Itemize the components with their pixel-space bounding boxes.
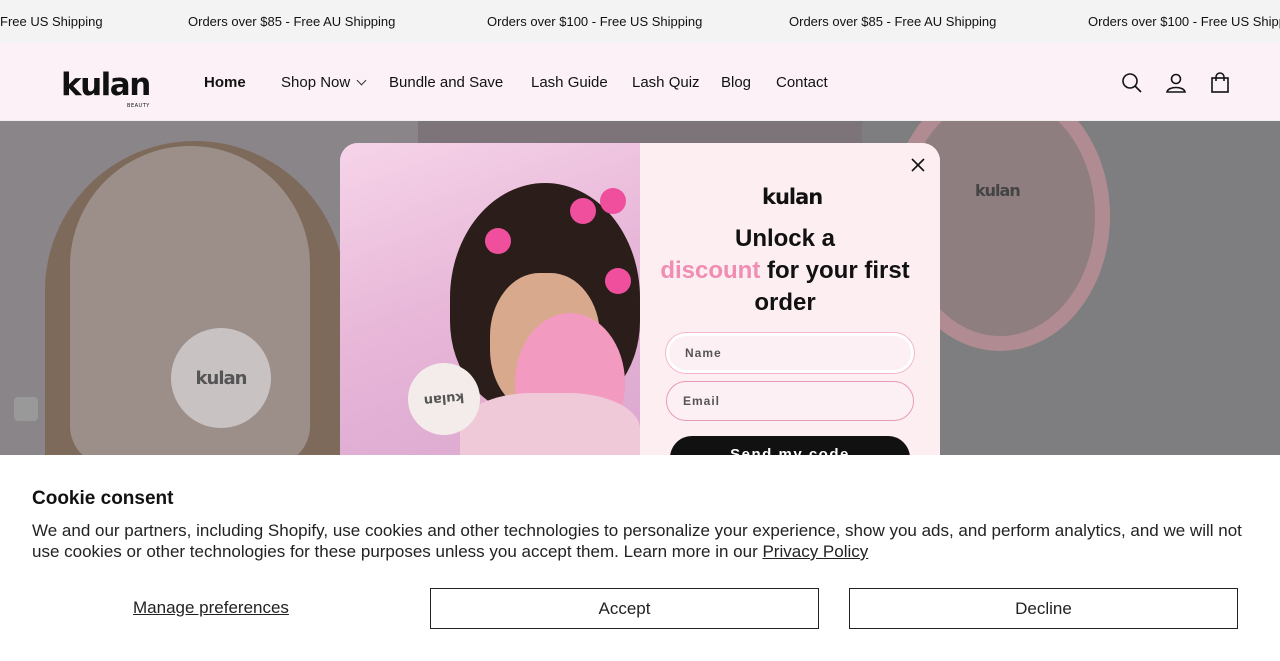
announcement-message: Orders over $85 - Free AU Shipping <box>789 14 997 29</box>
popup-compact-logo: kulan <box>423 389 465 409</box>
hair-curler <box>570 198 596 224</box>
logo-subtext: BEAUTY <box>127 103 150 109</box>
cart-icon[interactable] <box>1208 71 1232 95</box>
announcement-bar: Free US Shipping Orders over $85 - Free … <box>0 0 1280 43</box>
send-button-clip: Send my code <box>670 436 910 455</box>
announcement-message: Orders over $100 - Free US Shipping <box>487 14 703 29</box>
logo-text: kulan <box>61 67 151 103</box>
send-code-button[interactable]: Send my code <box>670 436 910 455</box>
nav-item-contact[interactable]: Contact <box>776 74 828 91</box>
manage-preferences-link[interactable]: Manage preferences <box>133 598 289 618</box>
nav-item-blog[interactable]: Blog <box>721 74 751 91</box>
close-icon[interactable] <box>908 155 928 175</box>
lash-case-logo: kulan <box>975 181 1021 200</box>
announcement-message: Orders over $85 - Free AU Shipping <box>188 14 396 29</box>
compact-logo: kulan <box>195 367 248 389</box>
nav-item-lash-guide[interactable]: Lash Guide <box>531 74 608 91</box>
site-header: kulan BEAUTY Home Shop Now Bundle and Sa… <box>0 43 1280 121</box>
accept-button[interactable]: Accept <box>430 588 819 629</box>
name-input[interactable]: Name <box>666 333 914 373</box>
popup-headline: Unlock a discount for your first order <box>660 223 910 319</box>
popup-image: kulan <box>340 143 640 455</box>
chevron-down-icon <box>356 75 367 86</box>
hair-curler <box>485 228 511 254</box>
nav-item-label: Shop Now <box>281 74 351 91</box>
headline-line1: Unlock a <box>734 225 836 252</box>
privacy-policy-link[interactable]: Privacy Policy <box>762 542 868 561</box>
announcement-message: Orders over $100 - Free US Shipp <box>1088 14 1280 29</box>
decline-button[interactable]: Decline <box>849 588 1238 629</box>
headline-highlight: discount <box>660 257 761 284</box>
slider-prev-button[interactable] <box>14 397 38 421</box>
hair-curler <box>600 188 626 214</box>
cookie-body-text: We and our partners, including Shopify, … <box>32 521 1242 561</box>
product-compact: kulan <box>171 328 271 428</box>
nav-item-lash-quiz[interactable]: Lash Quiz <box>632 74 700 91</box>
nav-item-bundle-and-save[interactable]: Bundle and Save <box>389 74 503 91</box>
name-placeholder: Name <box>685 346 722 360</box>
nav-item-shop-now[interactable]: Shop Now <box>281 74 367 91</box>
cookie-banner: Cookie consent We and our partners, incl… <box>0 455 1280 661</box>
popup-logo-text: kulan <box>762 185 823 209</box>
cookie-title: Cookie consent <box>32 488 174 509</box>
popup-model-body <box>460 393 640 455</box>
announcement-message: Free US Shipping <box>0 14 103 29</box>
hair-curler <box>605 268 631 294</box>
cookie-body: We and our partners, including Shopify, … <box>32 520 1242 562</box>
nav-item-home[interactable]: Home <box>204 74 246 91</box>
headline-rest: for your first order <box>754 257 910 316</box>
site-logo[interactable]: kulan BEAUTY <box>61 67 151 109</box>
popup-logo: kulan <box>762 185 823 209</box>
email-placeholder: Email <box>683 394 721 408</box>
search-icon[interactable] <box>1120 71 1144 95</box>
account-icon[interactable] <box>1164 71 1188 95</box>
email-input[interactable]: Email <box>666 381 914 421</box>
